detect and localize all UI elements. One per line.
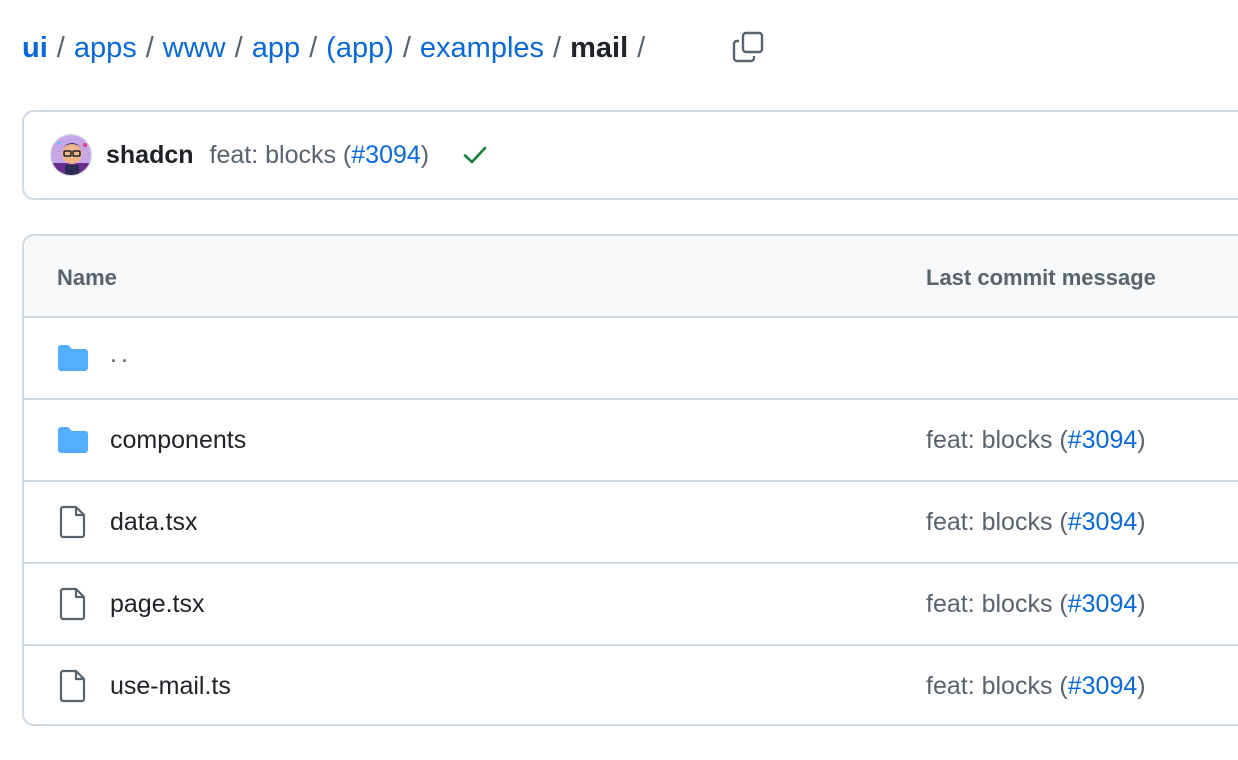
row-commit-message[interactable]: feat: blocks (#3094) bbox=[926, 426, 1146, 455]
breadcrumb-separator: / bbox=[553, 31, 562, 64]
file-table: Name Last commit message .. components f… bbox=[22, 234, 1238, 726]
breadcrumb-link-app[interactable]: app bbox=[252, 32, 300, 65]
commit-pr-link[interactable]: #3094 bbox=[1068, 426, 1138, 454]
copy-path-button[interactable] bbox=[728, 27, 768, 67]
commit-message-suffix: ) bbox=[1137, 672, 1146, 700]
table-header: Name Last commit message bbox=[24, 236, 1238, 318]
table-row[interactable]: page.tsx feat: blocks (#3094) bbox=[24, 564, 1238, 646]
row-commit-message[interactable]: feat: blocks (#3094) bbox=[926, 672, 1146, 701]
table-row-parent[interactable]: .. bbox=[24, 318, 1238, 400]
commit-message-suffix: ) bbox=[420, 140, 430, 169]
commit-author[interactable]: shadcn bbox=[106, 141, 194, 170]
commit-pr-link[interactable]: #3094 bbox=[351, 141, 421, 169]
column-header-name: Name bbox=[57, 265, 117, 290]
breadcrumb-link-app-group[interactable]: (app) bbox=[326, 32, 394, 65]
row-commit-message[interactable]: feat: blocks (#3094) bbox=[926, 508, 1146, 537]
row-name[interactable]: data.tsx bbox=[110, 508, 198, 537]
breadcrumb-current: mail bbox=[570, 31, 629, 64]
commit-message-prefix: feat: blocks ( bbox=[926, 590, 1068, 618]
commit-pr-link[interactable]: #3094 bbox=[1068, 508, 1138, 536]
commit-pr-link[interactable]: #3094 bbox=[1068, 672, 1138, 700]
file-icon bbox=[56, 587, 90, 621]
commit-message-suffix: ) bbox=[1137, 508, 1146, 536]
commit-message-prefix: feat: blocks ( bbox=[926, 508, 1068, 536]
row-commit-message[interactable]: feat: blocks (#3094) bbox=[926, 590, 1146, 619]
row-name[interactable]: use-mail.ts bbox=[110, 672, 231, 701]
breadcrumb-root-link[interactable]: ui bbox=[22, 32, 48, 65]
column-header-last-commit: Last commit message bbox=[926, 265, 1156, 290]
breadcrumb-separator: / bbox=[637, 31, 646, 64]
table-row[interactable]: components feat: blocks (#3094) bbox=[24, 400, 1238, 482]
row-name[interactable]: page.tsx bbox=[110, 590, 205, 619]
table-row[interactable]: data.tsx feat: blocks (#3094) bbox=[24, 482, 1238, 564]
breadcrumb-separator: / bbox=[56, 31, 65, 64]
row-name[interactable]: components bbox=[110, 426, 246, 455]
copy-icon bbox=[732, 31, 764, 63]
breadcrumb: ui / apps / www / app / (app) / examples… bbox=[22, 28, 654, 68]
commit-message-suffix: ) bbox=[1137, 426, 1146, 454]
commit-message-prefix: feat: blocks ( bbox=[209, 140, 352, 169]
breadcrumb-separator: / bbox=[145, 31, 154, 64]
check-icon[interactable] bbox=[461, 141, 489, 169]
breadcrumb-link-apps[interactable]: apps bbox=[74, 32, 137, 65]
breadcrumb-separator: / bbox=[234, 31, 243, 64]
commit-message-prefix: feat: blocks ( bbox=[926, 672, 1068, 700]
table-row[interactable]: use-mail.ts feat: blocks (#3094) bbox=[24, 646, 1238, 724]
breadcrumb-link-www[interactable]: www bbox=[163, 32, 226, 65]
folder-icon bbox=[56, 341, 90, 375]
file-icon bbox=[56, 669, 90, 703]
commit-message-prefix: feat: blocks ( bbox=[926, 426, 1068, 454]
avatar[interactable] bbox=[50, 134, 92, 176]
latest-commit-box: shadcn feat: blocks (#3094) bbox=[22, 110, 1238, 200]
commit-message-suffix: ) bbox=[1137, 590, 1146, 618]
file-icon bbox=[56, 505, 90, 539]
breadcrumb-link-examples[interactable]: examples bbox=[420, 32, 544, 65]
breadcrumb-separator: / bbox=[309, 31, 318, 64]
folder-icon bbox=[56, 423, 90, 457]
breadcrumb-separator: / bbox=[402, 31, 411, 64]
row-name[interactable]: .. bbox=[110, 340, 132, 369]
commit-message[interactable]: feat: blocks (#3094) bbox=[210, 141, 430, 170]
commit-pr-link[interactable]: #3094 bbox=[1068, 590, 1138, 618]
